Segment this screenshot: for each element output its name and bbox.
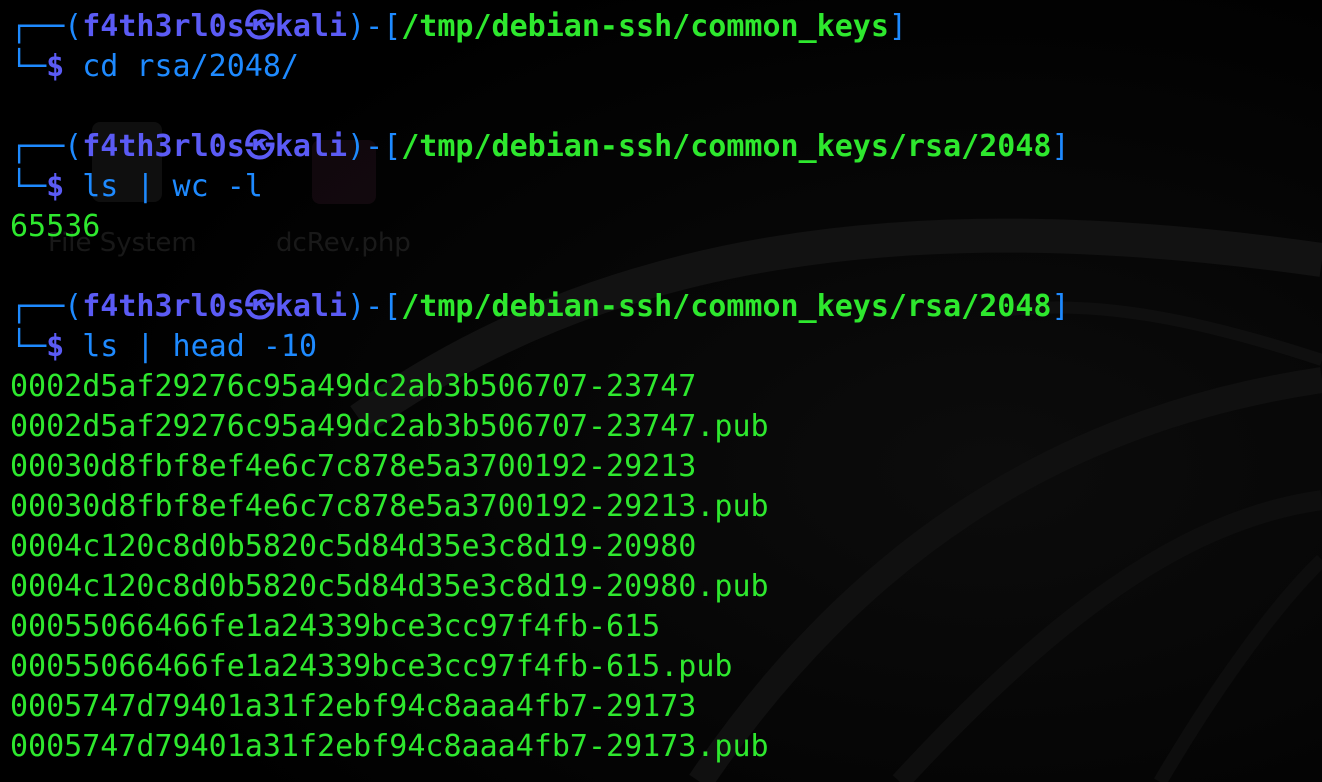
prompt-frame-bottom: └─ <box>10 169 47 204</box>
command-line[interactable]: └─$ ls | wc -l <box>10 167 263 207</box>
prompt-separator: )-[ <box>347 129 402 164</box>
output-line: 0002d5af29276c95a49dc2ab3b506707-23747 <box>10 369 697 404</box>
command-line[interactable]: └─$ cd rsa/2048/ <box>10 47 299 87</box>
prompt-line: ┌──(f4th3rl0s㉿kali)-[/tmp/debian-ssh/com… <box>10 7 907 47</box>
output-line: 0002d5af29276c95a49dc2ab3b506707-23747.p… <box>10 409 769 444</box>
kali-skull-icon: ㉿ <box>244 129 275 164</box>
prompt-user: f4th3rl0s <box>82 289 245 324</box>
prompt-dollar: $ <box>46 49 83 84</box>
kali-skull-icon: ㉿ <box>244 289 275 324</box>
prompt-path: /tmp/debian-ssh/common_keys/rsa/2048 <box>401 289 1052 324</box>
output-line: 0005747d79401a31f2ebf94c8aaa4fb7-29173 <box>10 689 697 724</box>
command-text[interactable]: ls | wc -l <box>82 169 263 204</box>
command-text[interactable]: ls | head -10 <box>82 329 317 364</box>
command-text[interactable]: cd rsa/2048/ <box>82 49 299 84</box>
prompt-host: kali <box>274 289 348 324</box>
prompt-path: /tmp/debian-ssh/common_keys/rsa/2048 <box>401 129 1052 164</box>
terminal-output[interactable]: ┌──(f4th3rl0s㉿kali)-[/tmp/debian-ssh/com… <box>0 0 1322 782</box>
prompt-user: f4th3rl0s <box>82 9 245 44</box>
output-line: 00030d8fbf8ef4e6c7c878e5a3700192-29213.p… <box>10 489 769 524</box>
prompt-bracket-close: ] <box>1051 289 1070 324</box>
prompt-dollar: $ <box>46 329 83 364</box>
prompt-bracket-close: ] <box>888 9 907 44</box>
prompt-line: ┌──(f4th3rl0s㉿kali)-[/tmp/debian-ssh/com… <box>10 127 1070 167</box>
prompt-dollar: $ <box>46 169 83 204</box>
output-line: 0005747d79401a31f2ebf94c8aaa4fb7-29173.p… <box>10 729 769 764</box>
prompt-frame-top: ┌──( <box>10 129 83 164</box>
prompt-separator: )-[ <box>347 9 402 44</box>
prompt-user: f4th3rl0s <box>82 129 245 164</box>
prompt-line: ┌──(f4th3rl0s㉿kali)-[/tmp/debian-ssh/com… <box>10 287 1070 327</box>
prompt-frame-bottom: └─ <box>10 49 47 84</box>
prompt-host: kali <box>274 129 348 164</box>
output-line: 00055066466fe1a24339bce3cc97f4fb-615 <box>10 609 661 644</box>
prompt-frame-bottom: └─ <box>10 329 47 364</box>
prompt-separator: )-[ <box>347 289 402 324</box>
command-line[interactable]: └─$ ls | head -10 <box>10 327 317 367</box>
prompt-bracket-close: ] <box>1051 129 1070 164</box>
kali-skull-icon: ㉿ <box>244 9 275 44</box>
prompt-path: /tmp/debian-ssh/common_keys <box>401 9 889 44</box>
output-line: 00030d8fbf8ef4e6c7c878e5a3700192-29213 <box>10 449 697 484</box>
prompt-frame-top: ┌──( <box>10 9 83 44</box>
prompt-host: kali <box>274 9 348 44</box>
output-line: 65536 <box>10 209 101 244</box>
prompt-frame-top: ┌──( <box>10 289 83 324</box>
output-line: 0004c120c8d0b5820c5d84d35e3c8d19-20980.p… <box>10 569 769 604</box>
output-line: 00055066466fe1a24339bce3cc97f4fb-615.pub <box>10 649 733 684</box>
output-line: 0004c120c8d0b5820c5d84d35e3c8d19-20980 <box>10 529 697 564</box>
